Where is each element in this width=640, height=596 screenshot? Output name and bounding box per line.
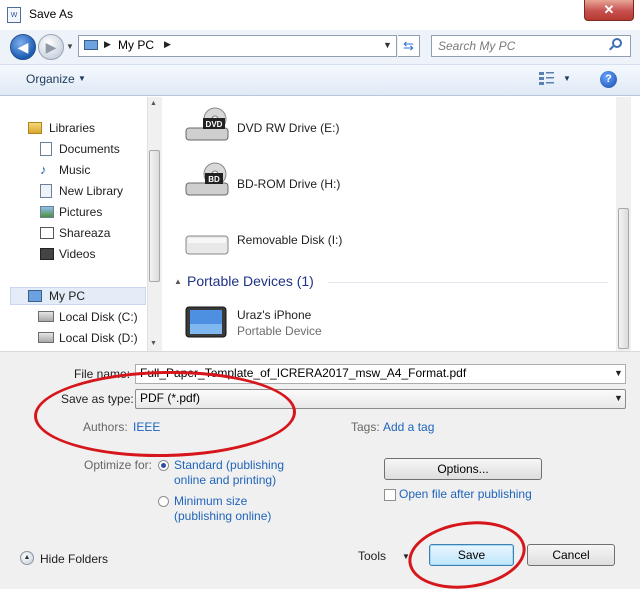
libraries-icon	[28, 122, 42, 134]
window-title: Save As	[29, 7, 74, 21]
sidebar-item-new-library[interactable]: New Library	[59, 184, 123, 198]
bd-drive-icon[interactable]: BD	[185, 161, 229, 199]
word-doc-icon: W	[7, 7, 21, 23]
open-after-publishing-checkbox[interactable]	[384, 489, 396, 501]
device-name[interactable]: Uraz's iPhone	[237, 308, 311, 322]
group-header-portable-devices[interactable]: Portable Devices (1)	[187, 273, 314, 289]
sidebar-item-documents[interactable]: Documents	[59, 142, 120, 156]
optimize-minimum-label-line2[interactable]: (publishing online)	[174, 509, 271, 523]
sidebar-scrollbar-thumb[interactable]	[149, 150, 160, 282]
computer-icon	[84, 40, 98, 50]
file-name-dropdown-icon[interactable]: ▼	[614, 368, 623, 378]
back-button[interactable]: ◀	[10, 34, 36, 60]
scroll-down-icon[interactable]: ▼	[150, 340, 157, 347]
file-list-scrollbar-thumb[interactable]	[618, 208, 629, 349]
local-disk-icon	[38, 311, 54, 322]
sidebar-item-libraries[interactable]: Libraries	[49, 121, 95, 135]
breadcrumb-arrow-icon[interactable]: ▶	[104, 39, 111, 50]
pictures-icon	[40, 206, 54, 218]
optimize-standard-label-line1[interactable]: Standard (publishing	[174, 458, 284, 472]
svg-text:DVD: DVD	[206, 120, 223, 129]
device-subtitle: Portable Device	[237, 324, 322, 338]
hide-folders-button[interactable]: Hide Folders	[40, 552, 108, 566]
sidebar-item-pictures[interactable]: Pictures	[59, 205, 102, 219]
drive-label[interactable]: Removable Disk (I:)	[237, 233, 342, 247]
computer-icon	[28, 290, 42, 302]
breadcrumb-my-pc[interactable]: My PC	[118, 38, 154, 52]
svg-text:BD: BD	[208, 175, 220, 184]
sidebar-item-shareaza[interactable]: Shareaza	[59, 226, 110, 240]
refresh-button[interactable]: ⇆	[398, 35, 420, 57]
optimize-standard-label-line2[interactable]: online and printing)	[174, 473, 276, 487]
history-dropdown-icon[interactable]: ▼	[66, 42, 74, 51]
radio-selected-dot	[161, 463, 166, 468]
removable-disk-icon[interactable]	[185, 224, 229, 262]
tools-button[interactable]: Tools	[358, 549, 386, 563]
sidebar-item-local-disk-c[interactable]: Local Disk (C:)	[59, 310, 138, 324]
sidebar-item-videos[interactable]: Videos	[59, 247, 95, 261]
sidebar-item-music[interactable]: Music	[59, 163, 90, 177]
local-disk-icon	[38, 332, 54, 343]
optimize-minimum-radio[interactable]	[158, 496, 169, 507]
views-dropdown-icon[interactable]: ▼	[563, 74, 571, 83]
organize-button[interactable]: Organize	[26, 72, 75, 86]
documents-icon	[40, 142, 52, 156]
music-icon: ♪	[40, 162, 47, 177]
portable-device-icon[interactable]	[184, 304, 228, 342]
optimize-label: Optimize for:	[84, 458, 153, 472]
group-divider	[328, 282, 608, 283]
cancel-button[interactable]: Cancel	[527, 544, 615, 566]
save-as-type-dropdown-icon[interactable]: ▼	[614, 393, 623, 403]
collapse-group-icon[interactable]: ▲	[174, 277, 182, 286]
help-button[interactable]: ?	[600, 71, 617, 88]
sidebar-item-my-pc[interactable]: My PC	[49, 289, 85, 303]
shareaza-icon	[40, 227, 54, 239]
address-dropdown-icon[interactable]: ▼	[383, 40, 392, 50]
drive-label[interactable]: DVD RW Drive (E:)	[237, 121, 339, 135]
library-icon	[40, 184, 52, 198]
change-view-icon[interactable]	[539, 72, 554, 85]
chevron-down-icon[interactable]: ▼	[78, 74, 86, 83]
file-list-pane	[165, 97, 627, 351]
breadcrumb-arrow-icon[interactable]: ▶	[164, 39, 171, 50]
videos-icon	[40, 248, 54, 260]
search-placeholder: Search My PC	[438, 39, 516, 53]
scroll-up-icon[interactable]: ▲	[150, 100, 157, 107]
tags-add-link[interactable]: Add a tag	[383, 420, 434, 434]
close-button[interactable]: ✕	[584, 0, 634, 21]
optimize-minimum-label-line1[interactable]: Minimum size	[174, 494, 247, 508]
tags-label: Tags:	[351, 420, 380, 434]
open-after-publishing-label[interactable]: Open file after publishing	[399, 487, 532, 501]
forward-button[interactable]: ▶	[38, 34, 64, 60]
dvd-drive-icon[interactable]: DVD	[185, 106, 229, 144]
hide-folders-icon[interactable]: ▲	[20, 551, 34, 565]
drive-label[interactable]: BD-ROM Drive (H:)	[237, 177, 340, 191]
options-button[interactable]: Options...	[384, 458, 542, 480]
sidebar-item-local-disk-d[interactable]: Local Disk (D:)	[59, 331, 138, 345]
title-bar	[0, 0, 640, 31]
